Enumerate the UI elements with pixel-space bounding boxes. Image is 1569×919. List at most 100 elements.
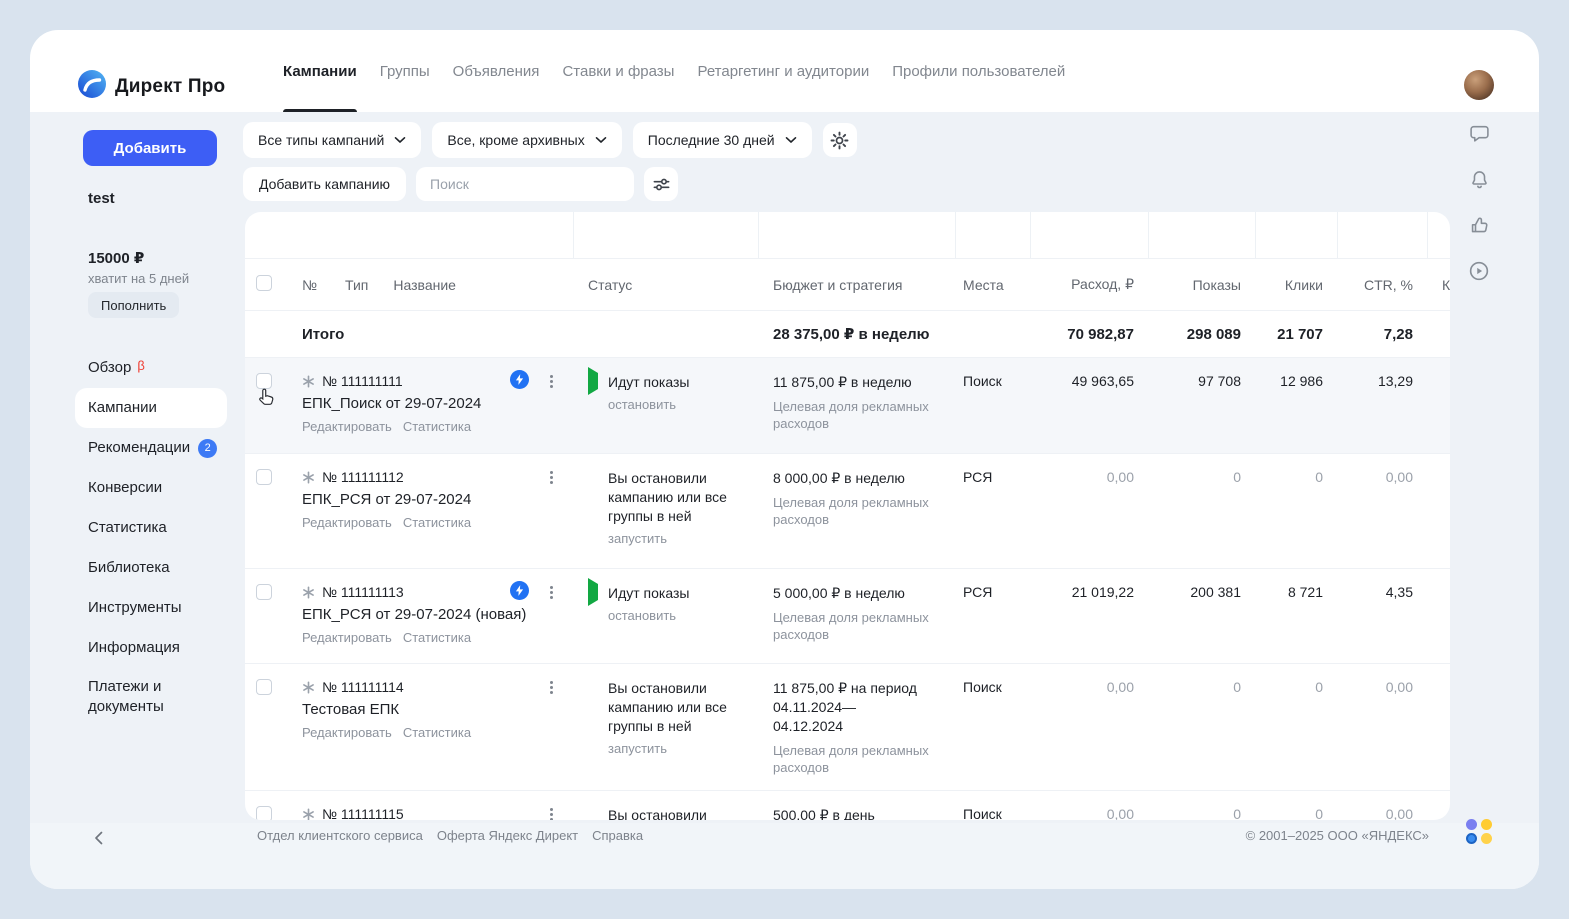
footer-link-offer[interactable]: Оферта Яндекс Директ	[437, 828, 578, 843]
tab-user-profiles[interactable]: Профили пользователей	[892, 30, 1065, 112]
sidebar-item-label: Инструменты	[88, 598, 182, 618]
column-header-type: Тип	[345, 277, 368, 293]
action-bar: Добавить кампанию	[243, 167, 678, 201]
ctr-value: 0,00	[1337, 664, 1427, 790]
chat-icon[interactable]	[1468, 122, 1490, 144]
tab-retargeting[interactable]: Ретаргетинг и аудитории	[697, 30, 869, 112]
beta-badge: β	[137, 356, 144, 376]
campaign-name[interactable]: ЕПК_Поиск от 29-07-2024	[302, 395, 573, 412]
select-all-checkbox[interactable]	[256, 275, 272, 291]
stop-campaign-link[interactable]: остановить	[608, 397, 676, 412]
row-checkbox[interactable]	[256, 806, 272, 820]
brand-logo[interactable]: Директ Про	[78, 70, 225, 103]
sidebar-item-statistics[interactable]: Статистика	[75, 508, 227, 548]
edit-link[interactable]: Редактировать	[302, 630, 392, 645]
video-play-icon[interactable]	[1468, 260, 1490, 282]
avatar[interactable]	[1464, 70, 1494, 100]
campaign-name[interactable]: ЕПК_РСЯ от 29-07-2024	[302, 491, 573, 508]
column-header-name: Название	[393, 277, 456, 293]
archive-state-filter[interactable]: Все, кроме архивных	[432, 122, 621, 158]
sidebar-item-conversions[interactable]: Конверсии	[75, 468, 227, 508]
sidebar-item-information[interactable]: Информация	[75, 628, 227, 668]
filter-settings-button[interactable]	[644, 167, 678, 201]
ctr-value: 4,35	[1337, 569, 1427, 663]
row-checkbox[interactable]	[256, 679, 272, 695]
campaign-type-icon	[302, 808, 315, 821]
tab-groups[interactable]: Группы	[380, 30, 430, 112]
campaign-name[interactable]: Тестовая ЕПК	[302, 701, 573, 718]
chevron-down-icon	[595, 136, 607, 144]
add-button[interactable]: Добавить	[83, 130, 217, 166]
sidebar-item-recommendations[interactable]: Рекомендации 2	[75, 428, 227, 468]
footer-link-support[interactable]: Отдел клиентского сервиса	[257, 828, 423, 843]
row-menu-button[interactable]	[543, 583, 559, 601]
archive-state-filter-value: Все, кроме архивных	[447, 132, 584, 148]
search-input[interactable]	[416, 167, 634, 201]
thumbs-up-icon[interactable]	[1468, 214, 1490, 236]
desktop-background: Директ Про Кампании Группы Объявления Ст…	[0, 0, 1569, 919]
row-checkbox[interactable]	[256, 373, 272, 389]
statistics-link[interactable]: Статистика	[403, 725, 471, 740]
footer-bar: Отдел клиентского сервиса Оферта Яндекс …	[30, 823, 1539, 889]
statistics-link[interactable]: Статистика	[403, 419, 471, 434]
topup-button[interactable]: Пополнить	[88, 292, 179, 318]
collapse-sidebar-chevron[interactable]	[88, 828, 108, 848]
top-navigation: Кампании Группы Объявления Ставки и фраз…	[283, 30, 1065, 112]
row-menu-button[interactable]	[543, 468, 559, 486]
start-campaign-link[interactable]: запустить	[608, 531, 667, 546]
chevron-down-icon	[785, 136, 797, 144]
right-icon-rail	[1467, 122, 1491, 282]
yandex-direct-logo-icon	[78, 70, 106, 103]
sidebar-item-library[interactable]: Библиотека	[75, 548, 227, 588]
statistics-link[interactable]: Статистика	[403, 515, 471, 530]
tab-campaigns[interactable]: Кампании	[283, 30, 357, 112]
column-header-spend: Расход, ₽	[1030, 276, 1148, 293]
row-checkbox[interactable]	[256, 584, 272, 600]
stop-campaign-link[interactable]: остановить	[608, 608, 676, 623]
sidebar-item-overview[interactable]: Обзор β	[75, 348, 227, 388]
running-status-icon	[588, 578, 598, 606]
statistics-link[interactable]: Статистика	[403, 630, 471, 645]
campaign-name[interactable]: ЕПК_РСЯ от 29-07-2024 (новая)	[302, 606, 573, 623]
totals-spend: 70 982,87	[1030, 326, 1148, 343]
tab-ads[interactable]: Объявления	[453, 30, 540, 112]
row-menu-button[interactable]	[543, 678, 559, 696]
tab-bids-phrases[interactable]: Ставки и фразы	[562, 30, 674, 112]
start-campaign-link[interactable]: запустить	[608, 741, 667, 756]
edit-link[interactable]: Редактировать	[302, 725, 392, 740]
sidebar-item-payments-documents[interactable]: Платежи и документы	[75, 668, 227, 726]
edit-link[interactable]: Редактировать	[302, 515, 392, 530]
row-menu-button[interactable]	[543, 805, 559, 820]
places-value: Поиск	[955, 358, 1030, 453]
campaign-type-icon	[302, 375, 315, 388]
row-checkbox[interactable]	[256, 469, 272, 485]
settings-gear-button[interactable]	[823, 123, 857, 157]
footer-link-help[interactable]: Справка	[592, 828, 643, 843]
ctr-value: 13,29	[1337, 358, 1427, 453]
feedback-emoji-widget[interactable]	[1466, 819, 1493, 844]
balance-note: хватит на 5 дней	[88, 271, 189, 286]
strategy-text: Целевая доля рекламных расходов	[773, 742, 935, 776]
row-menu-button[interactable]	[543, 372, 559, 390]
campaign-type-filter[interactable]: Все типы кампаний	[243, 122, 421, 158]
sidebar-item-tools[interactable]: Инструменты	[75, 588, 227, 628]
spend-value: 49 963,65	[1030, 358, 1148, 453]
table-top-spacer	[245, 212, 1450, 258]
shows-value: 0	[1148, 664, 1255, 790]
column-header-number: №	[302, 277, 317, 293]
gear-icon	[830, 131, 849, 150]
brand-title: Директ Про	[115, 76, 225, 98]
campaign-type-filter-value: Все типы кампаний	[258, 132, 384, 148]
add-campaign-button[interactable]: Добавить кампанию	[243, 167, 406, 201]
ctr-value: 0,00	[1337, 791, 1427, 820]
period-filter[interactable]: Последние 30 дней	[633, 122, 812, 158]
campaigns-table: № Тип Название Статус Бюджет и стратегия…	[245, 212, 1450, 820]
edit-link[interactable]: Редактировать	[302, 419, 392, 434]
places-value: РСЯ	[955, 454, 1030, 568]
sidebar-item-campaigns[interactable]: Кампании	[75, 388, 227, 428]
shows-value: 200 381	[1148, 569, 1255, 663]
column-header-clicks: Клики	[1255, 277, 1337, 293]
notifications-bell-icon[interactable]	[1468, 168, 1490, 190]
sidebar-item-label: Обзор	[88, 358, 131, 378]
campaign-number: № 111111115	[322, 806, 404, 820]
